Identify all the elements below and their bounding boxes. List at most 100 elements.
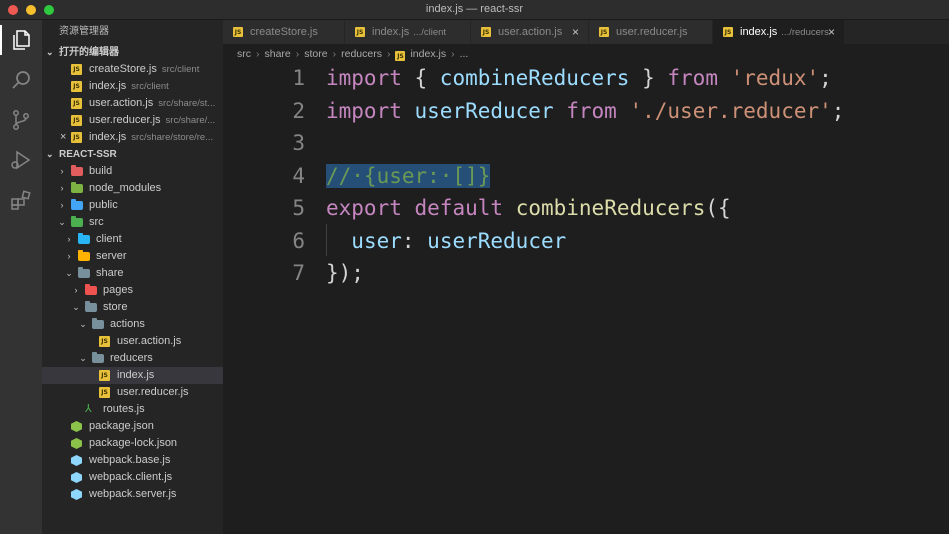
project-header[interactable]: ⌄ REACT-SSR	[42, 146, 223, 163]
open-editor-item[interactable]: JS user.action.js src/share/st...	[42, 95, 223, 112]
editor-tab[interactable]: JS index.js .../reducers ×	[713, 20, 845, 44]
code-token: //·{user:·[]}	[326, 163, 491, 188]
code-text: });	[326, 257, 364, 289]
editor-tab[interactable]: JS user.reducer.js	[589, 20, 713, 44]
code-token: './user.reducer'	[629, 98, 832, 123]
file-item[interactable]: package.json	[42, 418, 223, 435]
file-item[interactable]: webpack.client.js	[42, 469, 223, 486]
open-editor-item[interactable]: JS user.reducer.js src/share/...	[42, 112, 223, 129]
code-token: from	[667, 66, 718, 90]
run-debug-icon[interactable]	[9, 148, 33, 172]
search-icon[interactable]	[9, 68, 33, 92]
file-item[interactable]: package-lock.json	[42, 435, 223, 452]
open-editor-label: createStore.js src/client	[89, 61, 199, 78]
close-icon[interactable]: ×	[60, 129, 66, 146]
breadcrumb-item[interactable]: store	[304, 48, 327, 60]
close-icon[interactable]: ×	[572, 20, 579, 44]
code-token: :	[401, 228, 428, 253]
tree-item-label: package-lock.json	[89, 437, 178, 449]
breadcrumb-label: share	[264, 48, 291, 60]
tab-name: index.js	[740, 26, 778, 38]
explorer-icon[interactable]	[0, 25, 33, 55]
js-file-icon: JS	[99, 336, 110, 347]
breadcrumb-item[interactable]: src	[237, 48, 251, 60]
folder-icon	[71, 182, 83, 193]
breadcrumb-label: ...	[459, 48, 469, 60]
open-editor-item[interactable]: JS createStore.js src/client	[42, 61, 223, 78]
tab-name: index.js	[372, 26, 410, 38]
file-item[interactable]: webpack.base.js	[42, 452, 223, 469]
code-token: 'redux'	[730, 66, 820, 90]
folder-item[interactable]: ⌄ share	[42, 265, 223, 282]
code-text: user: userReducer	[326, 225, 566, 257]
file-item[interactable]: ⅄ routes.js	[42, 401, 223, 418]
folder-item[interactable]: ⌄ reducers	[42, 350, 223, 367]
chevron-right-icon: ›	[67, 251, 71, 261]
line-number: 1	[292, 66, 305, 90]
editor-tab[interactable]: JS createStore.js	[223, 20, 345, 44]
window-title: index.js — react-ssr	[425, 3, 524, 15]
editor-tab[interactable]: JS user.action.js ×	[471, 20, 589, 44]
line-number: 2	[292, 98, 305, 123]
code-text: import userReducer from './user.reducer'…	[326, 95, 844, 127]
file-path: src/client	[131, 81, 169, 92]
tree-item-label: webpack.client.js	[89, 471, 173, 483]
source-control-icon[interactable]	[9, 108, 33, 132]
file-item[interactable]: JS index.js	[42, 367, 223, 384]
file-name: user.reducer.js	[89, 114, 161, 126]
file-name: index.js	[89, 131, 127, 143]
open-editor-label: index.js src/share/store/re...	[89, 129, 213, 146]
tree-item-label: webpack.base.js	[89, 454, 171, 466]
js-file-icon: JS	[599, 27, 609, 37]
code-line: 1 import { combineReducers } from 'redux'…	[223, 62, 949, 94]
tab-path: .../reducers	[781, 27, 829, 38]
chevron-right-icon: ›	[386, 48, 391, 60]
extensions-icon[interactable]	[9, 188, 33, 212]
folder-item[interactable]: › pages	[42, 282, 223, 299]
open-editors-header[interactable]: ⌄ 打开的编辑器	[42, 44, 223, 61]
chevron-right-icon: ›	[60, 166, 64, 176]
folder-item[interactable]: › node_modules	[42, 180, 223, 197]
tab-label: user.action.js	[498, 20, 562, 44]
chevron-right-icon: ›	[67, 234, 71, 244]
tree-item-label: routes.js	[103, 403, 145, 415]
open-editor-item[interactable]: JS index.js src/client	[42, 78, 223, 95]
code-token: ;	[819, 66, 832, 90]
file-item[interactable]: JS user.action.js	[42, 333, 223, 350]
file-item[interactable]: JS user.reducer.js	[42, 384, 223, 401]
folder-item[interactable]: ⌄ src	[42, 214, 223, 231]
folder-item[interactable]: ⌄ store	[42, 299, 223, 316]
folder-item[interactable]: › public	[42, 197, 223, 214]
chevron-right-icon: ›	[295, 48, 300, 60]
project-tree: › build › node_modules › public ⌄ src › client › se…	[42, 163, 223, 503]
tab-name: user.action.js	[498, 26, 563, 38]
js-file-icon: JS	[481, 27, 491, 37]
chevron-right-icon: ›	[256, 48, 260, 60]
file-item[interactable]: webpack.server.js	[42, 486, 223, 503]
chevron-right-icon: ›	[74, 285, 78, 295]
explorer-title: 资源管理器	[59, 26, 109, 37]
code-token: combineReducers	[439, 66, 630, 90]
folder-item[interactable]: › build	[42, 163, 223, 180]
activity-bar	[0, 20, 42, 534]
folder-icon	[78, 233, 90, 244]
file-path: src/share/...	[165, 115, 216, 126]
folder-item[interactable]: › server	[42, 248, 223, 265]
tree-item-label: index.js	[117, 369, 155, 381]
js-file-icon: JS	[71, 64, 82, 75]
open-editor-item[interactable]: × JS index.js src/share/store/re...	[42, 129, 223, 146]
breadcrumb-item[interactable]: share	[265, 48, 291, 60]
breadcrumb-item[interactable]: reducers	[341, 48, 382, 60]
folder-item[interactable]: ⌄ actions	[42, 316, 223, 333]
breadcrumb-item[interactable]: ...	[460, 48, 469, 60]
tab-name: createStore.js	[250, 26, 318, 38]
chevron-down-icon: ⌄	[58, 217, 66, 227]
code-editor[interactable]: 1 import { combineReducers } from 'redux'…	[223, 64, 949, 534]
code-token: from	[566, 98, 617, 123]
editor-tab[interactable]: JS index.js .../client	[345, 20, 471, 44]
code-token: default	[414, 196, 504, 220]
folder-item[interactable]: › client	[42, 231, 223, 248]
breadcrumb-item[interactable]: JS index.js	[395, 48, 446, 61]
close-icon[interactable]: ×	[828, 20, 835, 44]
